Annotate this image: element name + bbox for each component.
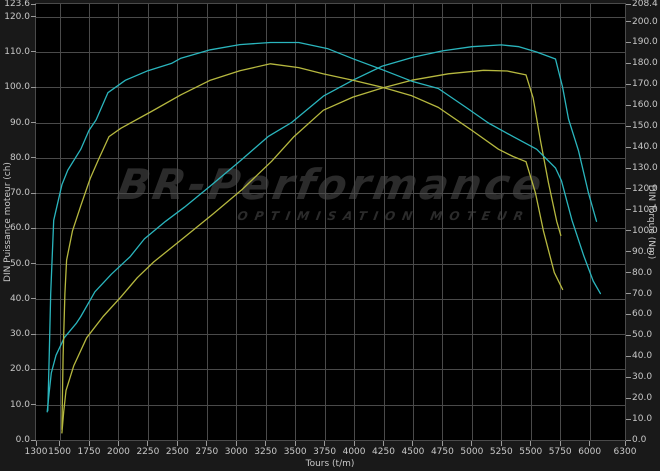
x-tick (89, 441, 90, 446)
y-right-tick (626, 377, 631, 378)
y-right-tick-label: 190.0 (632, 37, 660, 47)
x-tick (589, 441, 590, 446)
y-right-tick-label: 10.0 (632, 414, 660, 424)
y-right-tick (626, 84, 631, 85)
y-right-tick-label: 20.0 (632, 393, 660, 403)
curve-torque-yellow (62, 64, 563, 430)
curve-power-yellow (62, 70, 561, 433)
y-right-tick (626, 42, 631, 43)
y-right-tick (626, 168, 631, 169)
y-right-tick (626, 314, 631, 315)
y-left-tick-label: 0.0 (0, 435, 30, 445)
y-left-tick-label: 50.0 (0, 259, 30, 269)
x-tick (442, 441, 443, 446)
x-tick-label: 6000 (572, 447, 608, 457)
x-tick (412, 441, 413, 446)
y-right-tick-label: 100.0 (632, 226, 660, 236)
y-left-tick-label: 70.0 (0, 188, 30, 198)
x-tick (147, 441, 148, 446)
y-right-tick (626, 209, 631, 210)
x-tick (471, 441, 472, 446)
x-tick (295, 441, 296, 446)
y-right-tick-label: 120.0 (632, 184, 660, 194)
y-right-tick (626, 147, 631, 148)
y-right-tick-label: 30.0 (632, 372, 660, 382)
x-tick (625, 441, 626, 446)
y-left-tick-label: 80.0 (0, 153, 30, 163)
y-left-tick-label: 60.0 (0, 223, 30, 233)
y-left-tick-label: 110.0 (0, 47, 30, 57)
x-tick (560, 441, 561, 446)
y-left-tick-label: 120.0 (0, 12, 30, 22)
x-tick (177, 441, 178, 446)
y-left-tick-label: 30.0 (0, 329, 30, 339)
y-right-tick (626, 4, 631, 5)
y-right-tick-label: 0.0 (632, 435, 660, 445)
y-right-tick (626, 398, 631, 399)
y-right-tick-label: 180.0 (632, 58, 660, 68)
y-right-tick (626, 419, 631, 420)
plot-area: BR-Performance optimisation moteur (36, 4, 625, 440)
dyno-chart: DIN Puissance moteur (ch) DIN Torque (Nm… (0, 0, 660, 471)
x-tick (206, 441, 207, 446)
y-right-tick-label: 130.0 (632, 163, 660, 173)
y-right-tick-label: 60.0 (632, 309, 660, 319)
y-left-tick-label: 90.0 (0, 118, 30, 128)
y-right-tick-label: 170.0 (632, 79, 660, 89)
y-right-tick (626, 293, 631, 294)
y-right-tick-label: 150.0 (632, 121, 660, 131)
x-tick (354, 441, 355, 446)
curves-svg (36, 4, 625, 440)
y-right-tick (626, 21, 631, 22)
y-right-tick (626, 105, 631, 106)
y-right-tick (626, 440, 631, 441)
x-tick (530, 441, 531, 446)
curve-torque-cyan (48, 43, 601, 411)
y-left-tick-label: 20.0 (0, 364, 30, 374)
y-right-tick (626, 126, 631, 127)
y-right-tick (626, 251, 631, 252)
x-axis-title: Tours (t/m) (0, 459, 660, 469)
x-tick (236, 441, 237, 446)
y-right-tick (626, 63, 631, 64)
y-right-tick-label: 70.0 (632, 289, 660, 299)
y-right-tick-label: 208.4 (632, 0, 660, 9)
x-tick (383, 441, 384, 446)
x-tick (59, 441, 60, 446)
y-right-tick-label: 90.0 (632, 247, 660, 257)
y-right-tick-label: 40.0 (632, 351, 660, 361)
y-left-tick-label: 123.6 (0, 0, 30, 9)
x-tick-label: 6300 (607, 447, 643, 457)
x-tick (265, 441, 266, 446)
y-right-tick-label: 80.0 (632, 268, 660, 278)
y-left-tick-label: 100.0 (0, 82, 30, 92)
x-tick (501, 441, 502, 446)
y-left-tick-label: 10.0 (0, 400, 30, 410)
x-tick (324, 441, 325, 446)
y-left-tick-label: 40.0 (0, 294, 30, 304)
y-right-tick (626, 335, 631, 336)
y-right-tick (626, 356, 631, 357)
y-right-tick (626, 230, 631, 231)
y-right-tick-label: 160.0 (632, 100, 660, 110)
y-right-tick-label: 110.0 (632, 205, 660, 215)
y-right-tick-label: 140.0 (632, 142, 660, 152)
y-right-tick-label: 200.0 (632, 17, 660, 27)
x-tick (36, 441, 37, 446)
y-right-tick-label: 50.0 (632, 330, 660, 340)
y-right-tick (626, 272, 631, 273)
y-right-tick (626, 188, 631, 189)
x-tick (118, 441, 119, 446)
